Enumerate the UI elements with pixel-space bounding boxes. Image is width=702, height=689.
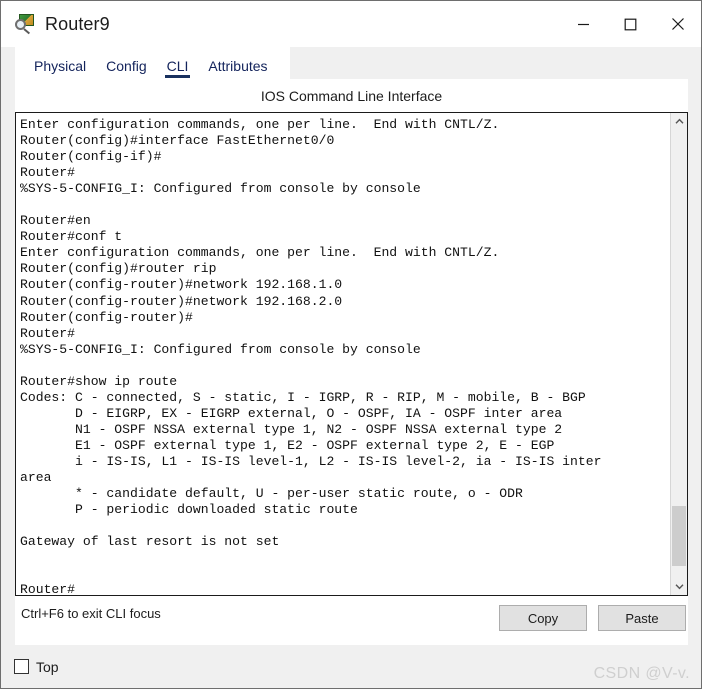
window-title: Router9 (45, 13, 110, 34)
scrollbar-thumb[interactable] (672, 506, 686, 566)
cli-focus-hint: Ctrl+F6 to exit CLI focus (21, 606, 161, 621)
terminal-container: Enter configuration commands, one per li… (15, 112, 688, 596)
tab-config[interactable]: Config (96, 58, 156, 79)
scroll-down-button[interactable] (671, 578, 687, 595)
panel-footer: Ctrl+F6 to exit CLI focus Copy Paste (15, 596, 688, 645)
window-controls (560, 1, 701, 47)
tab-strip: Physical Config CLI Attributes (15, 47, 290, 79)
tab-physical[interactable]: Physical (24, 58, 96, 79)
copy-button[interactable]: Copy (499, 605, 587, 631)
minimize-icon (578, 23, 589, 25)
footer-buttons: Copy Paste (499, 605, 686, 631)
title-bar: Router9 (1, 1, 701, 47)
minimize-button[interactable] (560, 1, 607, 47)
chevron-up-icon (674, 118, 684, 124)
close-button[interactable] (654, 1, 701, 47)
terminal-scrollbar[interactable] (670, 113, 687, 595)
router-magnifier-icon (14, 13, 36, 35)
terminal-text: Enter configuration commands, one per li… (20, 117, 602, 595)
cli-panel: IOS Command Line Interface Enter configu… (15, 79, 688, 645)
status-bar: Top CSDN @V-v. (1, 645, 701, 688)
maximize-icon (624, 18, 637, 30)
top-checkbox-row[interactable]: Top (14, 659, 59, 675)
scroll-up-button[interactable] (671, 113, 687, 130)
maximize-button[interactable] (607, 1, 654, 47)
panel-title: IOS Command Line Interface (260, 88, 443, 104)
chevron-down-icon (674, 584, 684, 590)
terminal-output-area[interactable]: Enter configuration commands, one per li… (16, 113, 670, 595)
tab-cli[interactable]: CLI (157, 58, 199, 79)
close-icon (671, 18, 684, 30)
scrollbar-track[interactable] (671, 130, 687, 578)
tab-attributes[interactable]: Attributes (198, 58, 277, 79)
router-cli-window: Router9 Physical Config CLI Attributes I… (0, 0, 702, 689)
watermark: CSDN @V-v. (593, 665, 690, 682)
paste-button[interactable]: Paste (598, 605, 686, 631)
top-checkbox-label: Top (36, 658, 59, 675)
tab-strip-container: Physical Config CLI Attributes (1, 47, 701, 79)
top-checkbox[interactable] (14, 659, 29, 674)
